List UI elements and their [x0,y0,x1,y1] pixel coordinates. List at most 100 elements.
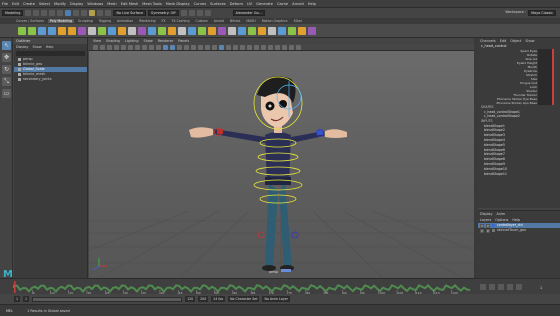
snap-curve-icon[interactable] [97,10,104,16]
symmetry-dropdown[interactable]: Symmetry: Off [148,10,179,16]
viewport-tool-icon[interactable] [261,44,266,50]
shelf-tool-icon[interactable] [38,26,46,35]
hypershade-icon[interactable] [204,10,211,16]
shelf-tool-icon[interactable] [228,26,236,35]
viewport-tool-icon[interactable] [177,44,182,50]
outliner-menu-show[interactable]: Show [33,44,42,50]
outliner-search-input[interactable] [16,51,85,56]
shelf-tab-bifrost[interactable]: Bifrost [228,19,242,23]
menu-edit-mesh[interactable]: Edit Mesh [121,2,139,6]
save-scene-icon[interactable] [41,10,48,16]
menu-display[interactable]: Display [70,2,83,6]
select-hierarchy-icon[interactable] [65,10,72,16]
move-tool-icon[interactable]: ✥ [2,53,11,62]
attribute-value-field[interactable] [538,97,554,101]
shelf-tool-icon[interactable] [308,26,316,35]
menu-cache[interactable]: Cache [277,2,288,6]
range-slider[interactable] [32,296,183,302]
outliner-item[interactable]: secondary_joints [14,77,87,82]
shelf-tab-fx[interactable]: FX [160,19,168,23]
viewport-tool-icon[interactable] [296,44,301,50]
undo-icon[interactable] [49,10,56,16]
shelf-tab-arnold[interactable]: Arnold [212,19,226,23]
outliner-menu-display[interactable]: Display [16,44,29,50]
viewport-tool-icon[interactable] [282,44,287,50]
playback-play-icon[interactable] [498,284,504,290]
menu-uv[interactable]: UV [247,2,252,6]
viewport-tool-icon[interactable] [247,44,252,50]
workspace-selector[interactable]: Workspace : Maya Classic [505,10,556,16]
layout-icon[interactable]: ▭ [2,89,11,98]
select-tool-icon[interactable]: ↖ [2,41,11,50]
layer-playback-toggle[interactable]: P [486,228,490,233]
attribute-value-field[interactable] [538,81,554,85]
viewport-tool-icon[interactable] [135,44,140,50]
playhead[interactable] [14,281,16,293]
viewport-tool-icon[interactable] [121,44,126,50]
shelf-tool-icon[interactable] [168,26,176,35]
shelf-tab-fx-caching[interactable]: FX Caching [170,19,192,23]
menu-edit[interactable]: Edit [12,2,19,6]
fps-dropdown[interactable]: 24 fps [211,296,226,302]
attribute-value-field[interactable] [538,85,554,89]
layer-visibility-toggle[interactable]: V [480,223,484,228]
viewport-tool-icon[interactable] [191,44,196,50]
select-component-icon[interactable] [81,10,88,16]
viewport-tool-icon[interactable] [184,44,189,50]
shelf-tool-icon[interactable] [58,26,66,35]
viewport-tool-icon[interactable] [219,44,224,50]
end-frame-field[interactable]: 200 [198,296,209,302]
viewport-tool-icon[interactable] [142,44,147,50]
layer-visibility-toggle[interactable]: V [480,228,484,233]
snap-point-icon[interactable] [105,10,112,16]
mode-dropdown[interactable]: Modeling [2,10,24,16]
viewport-tool-icon[interactable] [240,44,245,50]
menu-curves[interactable]: Curves [194,2,206,6]
layer-color-swatch[interactable] [492,229,495,232]
attribute-value-field[interactable] [538,53,554,57]
shelf-tool-icon[interactable] [258,26,266,35]
shelf-tab-custom[interactable]: Custom [193,19,209,23]
layer-menu-layers[interactable]: Layers [480,217,491,223]
viewport-tool-icon[interactable] [233,44,238,50]
start-frame-field[interactable]: 1 [14,296,21,302]
workspace-dropdown[interactable]: Maya Classic [528,10,556,16]
menu-windows[interactable]: Windows [87,2,103,6]
viewport-tool-icon[interactable] [198,44,203,50]
anim-layer-dropdown[interactable]: No Anim Layer [262,296,290,302]
viewport-tool-icon[interactable] [226,44,231,50]
current-frame-field[interactable]: 1 [540,286,542,290]
shelf-tool-icon[interactable] [198,26,206,35]
character-set-dropdown[interactable]: No Character Set [228,296,260,302]
shelf-tab-xgen[interactable]: XGen [292,19,305,23]
sign-in-button[interactable]: Alexander Go... [232,10,265,16]
shelf-tab-animation[interactable]: Animation [115,19,135,23]
shelf-tool-icon[interactable] [118,26,126,35]
attribute-value-field[interactable] [538,101,554,105]
layer-color-swatch[interactable] [492,224,495,227]
menu-create[interactable]: Create [23,2,35,6]
render-settings-icon[interactable] [196,10,203,16]
attribute-value-field[interactable] [538,57,554,61]
outliner-menu-help[interactable]: Help [46,44,54,50]
viewport-tool-icon[interactable] [156,44,161,50]
menu-select[interactable]: Select [39,2,50,6]
shelf-tool-icon[interactable] [88,26,96,35]
shelf-tool-icon[interactable] [128,26,136,35]
playback-forward-icon[interactable] [516,284,522,290]
attribute-value-field[interactable] [538,93,554,97]
viewport-tool-icon[interactable] [275,44,280,50]
cb-tab-show[interactable]: Show [525,38,534,44]
select-object-icon[interactable] [73,10,80,16]
playback-step-forward-icon[interactable] [507,284,513,290]
shelf-tab-mash[interactable]: MASH [244,19,257,23]
scale-tool-icon[interactable]: ⤡ [2,77,11,86]
playback-back-icon[interactable] [480,284,486,290]
rotate-tool-icon[interactable]: ↻ [2,65,11,74]
viewport-tool-icon[interactable] [107,44,112,50]
menu-mesh-tools[interactable]: Mesh Tools [142,2,161,6]
shelf-tool-icon[interactable] [48,26,56,35]
attribute-value-field[interactable] [538,65,554,69]
attribute-value-field[interactable] [538,69,554,73]
viewport-tool-icon[interactable] [254,44,259,50]
